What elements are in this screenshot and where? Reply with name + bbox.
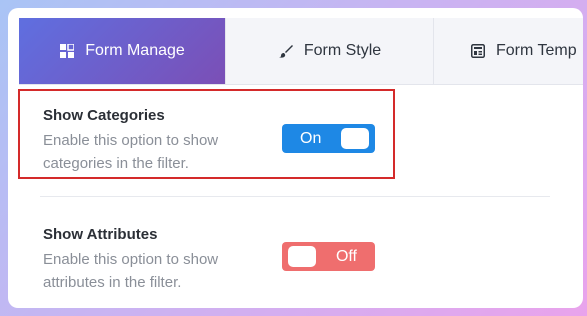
tab-label: Form Manage xyxy=(85,42,185,59)
setting-description: Enable this option to show categories in… xyxy=(43,132,219,172)
tab-label: Form Style xyxy=(303,42,382,59)
setting-show-categories: Show Categories Enable this option to sh… xyxy=(19,91,574,181)
tab-form-manage[interactable]: Form Manage xyxy=(19,18,226,84)
tab-bar: Form Manage Form Style Form Temp xyxy=(19,18,583,85)
toggle-label: On xyxy=(300,129,322,147)
tab-label: Form Temp xyxy=(496,42,577,59)
setting-show-attributes: Show Attributes Enable this option to sh… xyxy=(19,208,574,304)
toggle-knob xyxy=(341,128,369,149)
show-attributes-toggle[interactable]: Off xyxy=(282,242,375,271)
toggle-label: Off xyxy=(335,247,357,265)
setting-title: Show Attributes xyxy=(43,226,158,243)
show-categories-toggle[interactable]: On xyxy=(282,124,375,153)
tab-form-style[interactable]: Form Style xyxy=(226,18,434,84)
template-icon xyxy=(470,43,486,59)
setting-title: Show Categories xyxy=(43,107,165,124)
setting-description: Enable this option to show attributes in… xyxy=(43,251,219,291)
grid-icon xyxy=(59,43,75,59)
settings-panel: Form Manage Form Style Form Temp Show Ca… xyxy=(8,8,583,308)
divider xyxy=(40,196,550,197)
brush-icon xyxy=(278,43,294,59)
toggle-knob xyxy=(288,246,316,267)
tab-form-template[interactable]: Form Temp xyxy=(434,18,583,84)
